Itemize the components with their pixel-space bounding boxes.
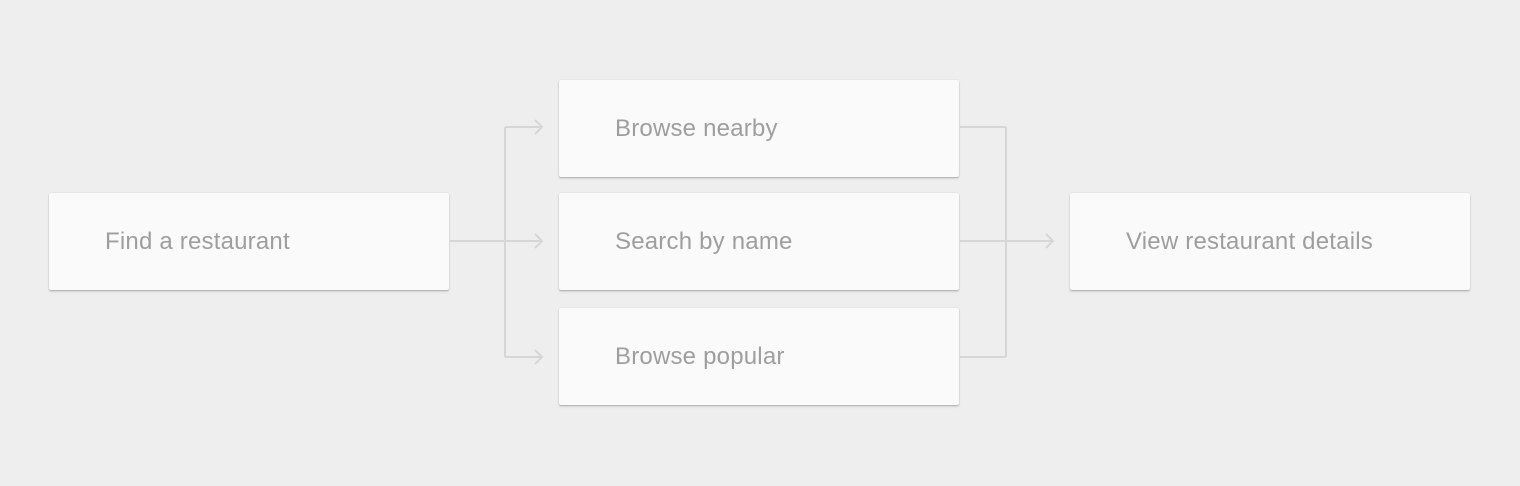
flow-diagram: Find a restaurant Browse nearby Search b…: [0, 0, 1520, 486]
node-view-restaurant-details[interactable]: View restaurant details: [1070, 193, 1470, 290]
node-browse-nearby[interactable]: Browse nearby: [559, 80, 959, 177]
node-label: Browse popular: [615, 342, 785, 370]
node-label: Find a restaurant: [105, 227, 290, 255]
node-label: Search by name: [615, 227, 793, 255]
node-search-by-name[interactable]: Search by name: [559, 193, 959, 290]
node-find-restaurant[interactable]: Find a restaurant: [49, 193, 449, 290]
node-label: Browse nearby: [615, 114, 778, 142]
node-label: View restaurant details: [1126, 227, 1373, 255]
node-browse-popular[interactable]: Browse popular: [559, 308, 959, 405]
